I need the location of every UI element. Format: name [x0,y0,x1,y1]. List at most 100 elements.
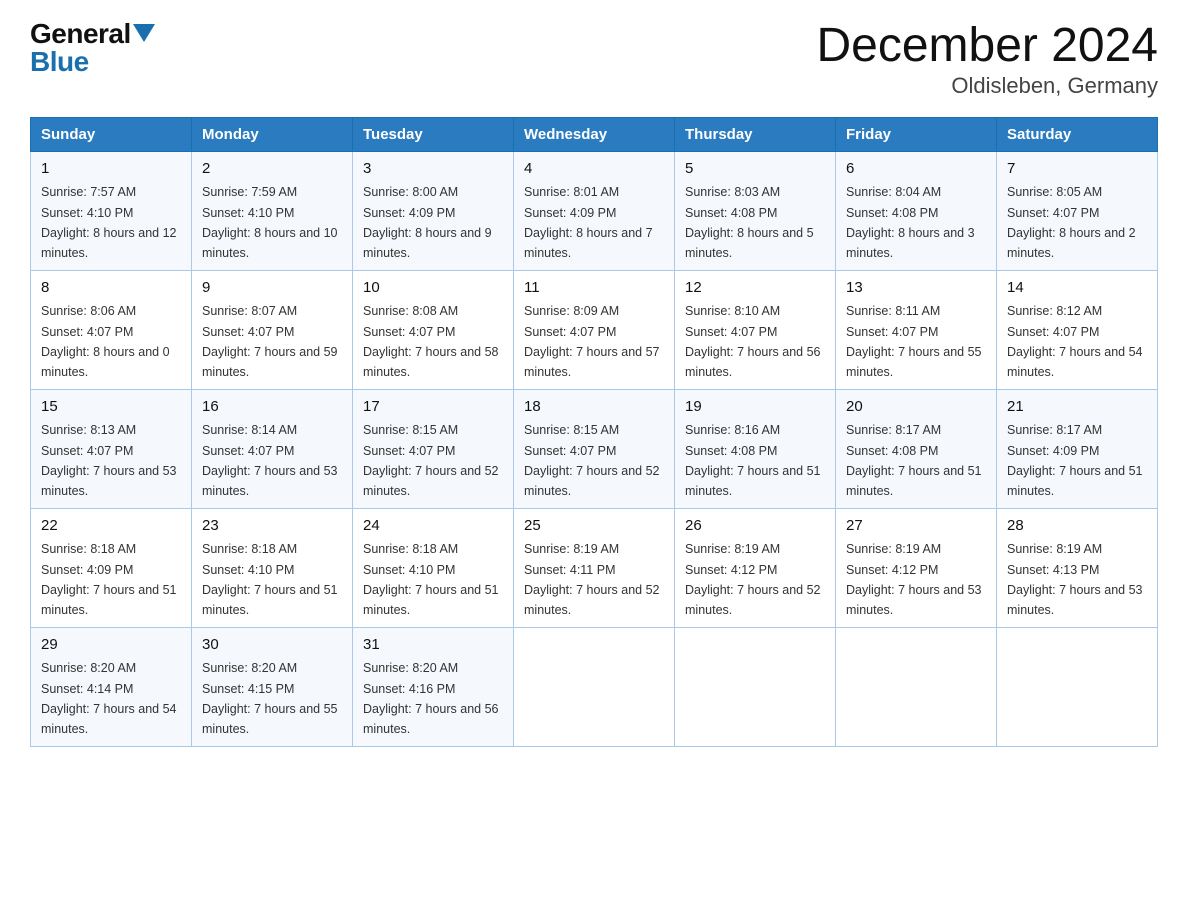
calendar-cell: 12 Sunrise: 8:10 AMSunset: 4:07 PMDayligh… [675,270,836,389]
header-friday: Friday [836,117,997,151]
day-number: 14 [1007,277,1147,300]
day-number: 5 [685,158,825,181]
calendar-week-2: 8Sunrise: 8:06 AMSunset: 4:07 PMDaylight… [31,270,1158,389]
calendar-cell: 2Sunrise: 7:59 AMSunset: 4:10 PMDaylight… [192,151,353,270]
page-title: December 2024 [816,20,1158,73]
calendar-cell: 4 Sunrise: 8:01 AMSunset: 4:09 PMDaylight… [514,151,675,270]
day-number: 10 [363,277,503,300]
day-info: Sunrise: 8:14 AMSunset: 4:07 PMDaylight:… [202,423,338,498]
calendar-cell: 1 Sunrise: 7:57 AMSunset: 4:10 PMDaylight… [31,151,192,270]
logo: General Blue [30,20,155,76]
day-number: 7 [1007,158,1147,181]
day-info: Sunrise: 8:10 AMSunset: 4:07 PMDaylight:… [685,304,821,379]
calendar-cell: 14 Sunrise: 8:12 AMSunset: 4:07 PMDayligh… [997,270,1158,389]
day-number: 16 [202,396,342,419]
day-info: Sunrise: 8:17 AMSunset: 4:09 PMDaylight:… [1007,423,1143,498]
day-number: 24 [363,515,503,538]
header-wednesday: Wednesday [514,117,675,151]
header-thursday: Thursday [675,117,836,151]
day-number: 30 [202,634,342,657]
calendar-cell: 26 Sunrise: 8:19 AMSunset: 4:12 PMDayligh… [675,508,836,627]
day-number: 20 [846,396,986,419]
day-info: Sunrise: 8:08 AMSunset: 4:07 PMDaylight:… [363,304,499,379]
header-saturday: Saturday [997,117,1158,151]
calendar-cell: 29 Sunrise: 8:20 AMSunset: 4:14 PMDayligh… [31,627,192,746]
calendar-cell [514,627,675,746]
day-info: Sunrise: 8:18 AMSunset: 4:10 PMDaylight:… [363,542,499,617]
day-info: Sunrise: 8:07 AMSunset: 4:07 PMDaylight:… [202,304,338,379]
day-number: 22 [41,515,181,538]
day-number: 4 [524,158,664,181]
header-monday: Monday [192,117,353,151]
calendar-week-5: 29 Sunrise: 8:20 AMSunset: 4:14 PMDayligh… [31,627,1158,746]
day-number: 26 [685,515,825,538]
day-number: 8 [41,277,181,300]
day-number: 11 [524,277,664,300]
calendar-cell: 11 Sunrise: 8:09 AMSunset: 4:07 PMDayligh… [514,270,675,389]
day-info: Sunrise: 8:17 AMSunset: 4:08 PMDaylight:… [846,423,982,498]
logo-general-text: General [30,20,131,48]
calendar-cell: 8Sunrise: 8:06 AMSunset: 4:07 PMDaylight… [31,270,192,389]
calendar-cell: 27 Sunrise: 8:19 AMSunset: 4:12 PMDayligh… [836,508,997,627]
day-number: 23 [202,515,342,538]
calendar-cell: 16 Sunrise: 8:14 AMSunset: 4:07 PMDayligh… [192,389,353,508]
day-number: 31 [363,634,503,657]
calendar-cell: 25Sunrise: 8:19 AMSunset: 4:11 PMDayligh… [514,508,675,627]
calendar-cell: 31Sunrise: 8:20 AMSunset: 4:16 PMDayligh… [353,627,514,746]
day-info: Sunrise: 8:13 AMSunset: 4:07 PMDaylight:… [41,423,177,498]
day-number: 28 [1007,515,1147,538]
calendar-cell: 6 Sunrise: 8:04 AMSunset: 4:08 PMDaylight… [836,151,997,270]
day-number: 1 [41,158,181,181]
day-number: 9 [202,277,342,300]
calendar-week-3: 15 Sunrise: 8:13 AMSunset: 4:07 PMDayligh… [31,389,1158,508]
day-info: Sunrise: 8:20 AMSunset: 4:14 PMDaylight:… [41,661,177,736]
day-info: Sunrise: 8:19 AMSunset: 4:12 PMDaylight:… [685,542,821,617]
header-tuesday: Tuesday [353,117,514,151]
calendar-table: SundayMondayTuesdayWednesdayThursdayFrid… [30,117,1158,747]
calendar-week-1: 1 Sunrise: 7:57 AMSunset: 4:10 PMDaylight… [31,151,1158,270]
day-info: Sunrise: 8:19 AMSunset: 4:12 PMDaylight:… [846,542,982,617]
day-info: Sunrise: 8:16 AMSunset: 4:08 PMDaylight:… [685,423,821,498]
day-number: 18 [524,396,664,419]
day-info: Sunrise: 8:19 AMSunset: 4:11 PMDaylight:… [524,542,660,617]
calendar-header-row: SundayMondayTuesdayWednesdayThursdayFrid… [31,117,1158,151]
calendar-cell: 15 Sunrise: 8:13 AMSunset: 4:07 PMDayligh… [31,389,192,508]
day-number: 6 [846,158,986,181]
day-info: Sunrise: 8:12 AMSunset: 4:07 PMDaylight:… [1007,304,1143,379]
day-number: 12 [685,277,825,300]
calendar-cell: 10 Sunrise: 8:08 AMSunset: 4:07 PMDayligh… [353,270,514,389]
day-number: 19 [685,396,825,419]
logo-blue-text: Blue [30,46,89,77]
day-info: Sunrise: 7:57 AMSunset: 4:10 PMDaylight:… [41,185,177,260]
day-info: Sunrise: 8:15 AMSunset: 4:07 PMDaylight:… [524,423,660,498]
day-info: Sunrise: 8:01 AMSunset: 4:09 PMDaylight:… [524,185,653,260]
calendar-cell: 20 Sunrise: 8:17 AMSunset: 4:08 PMDayligh… [836,389,997,508]
day-number: 3 [363,158,503,181]
page-header: General Blue December 2024 Oldisleben, G… [30,20,1158,99]
day-info: Sunrise: 8:18 AMSunset: 4:09 PMDaylight:… [41,542,177,617]
calendar-cell: 7 Sunrise: 8:05 AMSunset: 4:07 PMDaylight… [997,151,1158,270]
calendar-week-4: 22 Sunrise: 8:18 AMSunset: 4:09 PMDayligh… [31,508,1158,627]
calendar-cell: 9 Sunrise: 8:07 AMSunset: 4:07 PMDaylight… [192,270,353,389]
calendar-cell [675,627,836,746]
day-number: 15 [41,396,181,419]
day-info: Sunrise: 8:19 AMSunset: 4:13 PMDaylight:… [1007,542,1143,617]
header-sunday: Sunday [31,117,192,151]
day-info: Sunrise: 8:15 AMSunset: 4:07 PMDaylight:… [363,423,499,498]
day-number: 27 [846,515,986,538]
page-subtitle: Oldisleben, Germany [816,73,1158,99]
day-number: 21 [1007,396,1147,419]
day-info: Sunrise: 8:04 AMSunset: 4:08 PMDaylight:… [846,185,975,260]
day-info: Sunrise: 8:09 AMSunset: 4:07 PMDaylight:… [524,304,660,379]
calendar-cell: 18 Sunrise: 8:15 AMSunset: 4:07 PMDayligh… [514,389,675,508]
day-info: Sunrise: 8:05 AMSunset: 4:07 PMDaylight:… [1007,185,1136,260]
day-number: 17 [363,396,503,419]
day-info: Sunrise: 8:20 AMSunset: 4:15 PMDaylight:… [202,661,338,736]
calendar-cell: 22 Sunrise: 8:18 AMSunset: 4:09 PMDayligh… [31,508,192,627]
calendar-cell: 30 Sunrise: 8:20 AMSunset: 4:15 PMDayligh… [192,627,353,746]
calendar-cell: 23Sunrise: 8:18 AMSunset: 4:10 PMDayligh… [192,508,353,627]
calendar-cell: 19 Sunrise: 8:16 AMSunset: 4:08 PMDayligh… [675,389,836,508]
calendar-cell: 17 Sunrise: 8:15 AMSunset: 4:07 PMDayligh… [353,389,514,508]
day-number: 2 [202,158,342,181]
day-number: 29 [41,634,181,657]
